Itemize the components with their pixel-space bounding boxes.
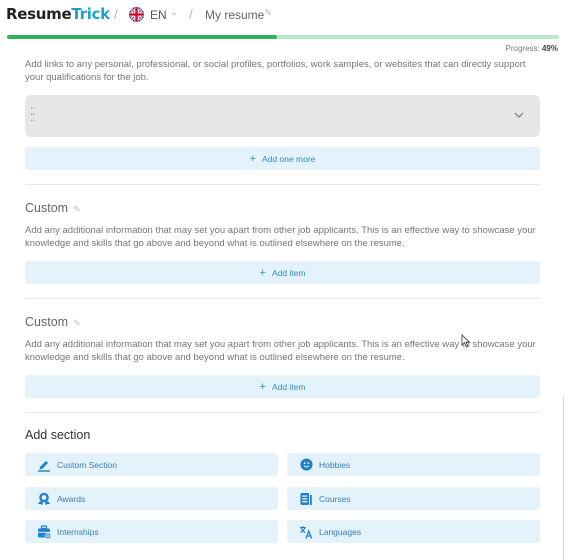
uk-flag-icon[interactable] [129,7,144,22]
custom-section-description: Add any additional information that may … [25,225,536,249]
smiley-icon [299,458,313,472]
award-icon [37,492,51,506]
chevron-down-icon[interactable] [514,109,524,121]
add-hobbies-button[interactable]: Hobbies [287,453,540,476]
links-description: Add links to any personal, professional,… [25,59,526,83]
custom-section-title-text: Custom [25,315,69,329]
logo-trick: Trick [71,5,110,23]
add-item-label: Add item [271,381,306,392]
language-selector[interactable]: EN [150,8,167,22]
section-divider [25,412,540,413]
add-one-more-label: Add one more [262,153,316,164]
add-courses-button[interactable]: Courses [287,487,540,510]
section-divider [25,184,540,185]
progress-bar [7,35,559,39]
progress-label-text: Progress: [505,44,540,53]
link-item-collapsed[interactable]: ⁚⁚ ⁚⁚ [25,95,540,137]
chevron-down-icon[interactable]: ⌄ [170,7,178,18]
plus-icon: + [249,152,257,165]
add-custom-section-button[interactable]: Custom Section [25,453,278,476]
add-item-button[interactable]: + Add item [25,375,540,398]
custom-section-title[interactable]: Custom ✎ [25,201,81,215]
progress-bar-fill [7,35,278,39]
progress-label: Progress: 49% [506,44,558,53]
add-one-more-button[interactable]: + Add one more [25,147,540,170]
add-internships-button[interactable]: Internships [25,520,278,543]
edit-title-icon[interactable]: ✎ [73,204,81,214]
plus-icon: + [259,266,266,279]
custom-section-title-text: Custom [25,201,69,215]
add-awards-label: Awards [57,493,86,504]
logo-resume: Resume [6,5,72,23]
section-divider [25,298,540,299]
drag-handle-icon[interactable]: ⁚⁚ ⁚⁚ [30,108,35,124]
add-section-title: Add section [25,428,91,442]
add-awards-button[interactable]: Awards [25,487,278,510]
briefcase-icon [37,524,51,539]
add-hobbies-label: Hobbies [319,459,351,470]
custom-section-title[interactable]: Custom ✎ [25,315,81,329]
book-icon [299,492,313,506]
edit-name-icon[interactable]: ✎ [264,8,272,19]
add-item-label: Add item [271,267,306,278]
add-languages-label: Languages [319,526,362,537]
pencil-icon [37,458,51,472]
add-item-button[interactable]: + Add item [25,261,540,284]
add-courses-label: Courses [319,493,351,504]
scrollbar-track[interactable] [563,396,564,560]
breadcrumb-separator: / [189,6,193,22]
add-custom-section-label: Custom Section [57,459,117,470]
add-internships-label: Internships [57,526,99,537]
mouse-cursor-icon [461,334,471,348]
progress-value: 49% [541,44,558,53]
edit-title-icon[interactable]: ✎ [73,318,81,328]
logo[interactable]: ResumeTrick [6,5,110,23]
document-name[interactable]: My resume [205,8,264,22]
breadcrumb-separator: / [114,6,118,22]
top-bar: ResumeTrick / EN ⌄ / My resume ✎ [0,0,565,30]
plus-icon: + [259,380,266,393]
translate-icon [299,525,313,539]
add-languages-button[interactable]: Languages [287,520,540,543]
